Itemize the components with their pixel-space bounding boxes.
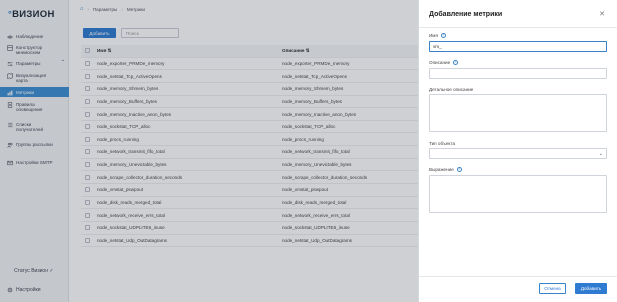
info-icon[interactable]: i (453, 60, 459, 65)
modal-overlay[interactable] (0, 0, 418, 302)
divider (419, 27, 617, 28)
submit-button[interactable]: Добавить (575, 283, 607, 294)
info-icon[interactable]: i (456, 167, 462, 172)
info-icon[interactable]: i (440, 33, 446, 38)
close-icon[interactable]: ✕ (599, 10, 605, 18)
description-field[interactable] (429, 68, 607, 79)
expression-field[interactable] (429, 175, 607, 213)
detailed-description-field[interactable] (429, 94, 607, 132)
name-label: Имя i (429, 33, 446, 38)
object-type-select[interactable]: ⌄ (429, 148, 607, 159)
description-label: Описание i (429, 60, 459, 65)
name-field[interactable]: vm_ (429, 41, 607, 52)
detailed-description-label: Детальное описание (429, 87, 474, 92)
expression-label: Выражение i (429, 167, 462, 172)
chevron-down-icon: ⌄ (598, 151, 603, 157)
divider (419, 276, 617, 277)
add-metric-drawer: Добавление метрики ✕ Имя i vm_ Описание i … (418, 0, 617, 302)
object-type-label: Тип объекта (429, 141, 456, 146)
drawer-title: Добавление метрики (429, 11, 503, 18)
cancel-button[interactable]: Отмена (539, 283, 566, 294)
